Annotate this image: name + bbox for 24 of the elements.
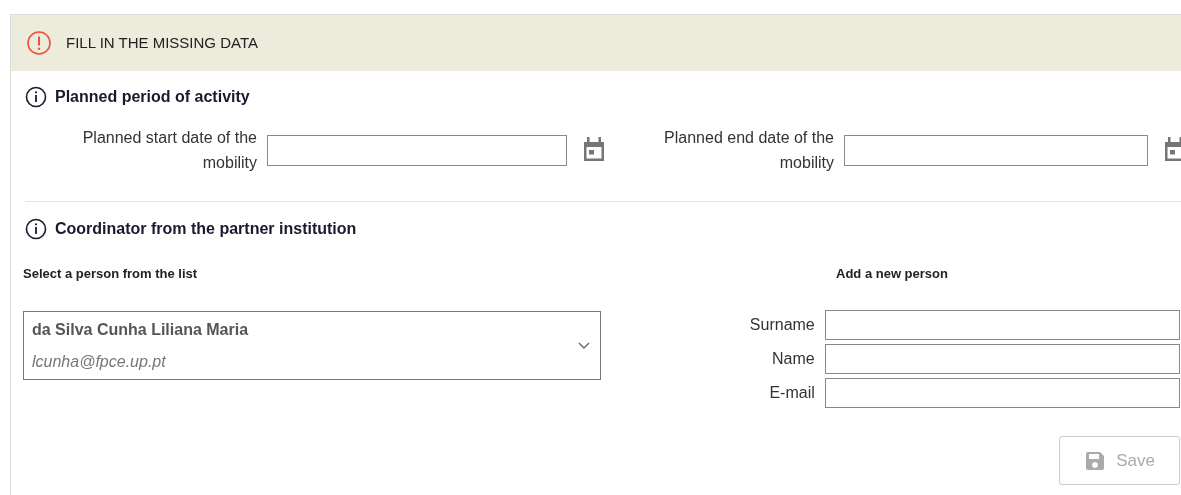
field-label: Name (771, 349, 815, 369)
field-label: Planned end date of the mobility (663, 128, 834, 173)
date-input[interactable] (844, 134, 1148, 166)
text-input[interactable] (824, 344, 1180, 374)
text-input[interactable] (824, 310, 1180, 340)
select-label: Select a person from the list (23, 266, 198, 281)
calendar-icon[interactable] (1163, 137, 1181, 163)
info-icon (25, 218, 47, 240)
calendar-icon[interactable] (582, 137, 606, 163)
date-input[interactable] (267, 134, 567, 166)
field-label: Planned start date of the mobility (81, 128, 257, 173)
person-email: lcunha@fpce.up.pt (32, 351, 167, 372)
warning-icon (26, 30, 52, 56)
field-label: Surname (748, 315, 815, 335)
info-icon (25, 86, 47, 108)
person-name: da Silva Cunha Liliana Maria (32, 319, 249, 340)
section-title: Coordinator from the partner institution (55, 219, 357, 239)
chevron-down-icon (578, 341, 590, 350)
add-label: Add a new person (836, 266, 948, 281)
field-label: E-mail (768, 383, 815, 403)
section-title: Planned period of activity (55, 87, 250, 107)
text-input[interactable] (824, 378, 1180, 408)
alert-text: FILL IN THE MISSING DATA (66, 32, 258, 53)
person-select[interactable]: da Silva Cunha Liliana Maria lcunha@fpce.up.pt (23, 311, 601, 380)
